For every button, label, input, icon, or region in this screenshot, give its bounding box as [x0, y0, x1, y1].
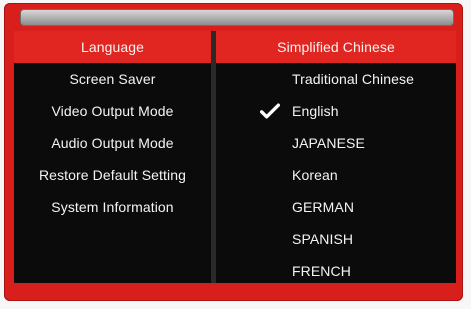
checkmark-icon — [260, 103, 280, 119]
category-language[interactable]: Language — [14, 31, 211, 63]
option-label: Korean — [292, 167, 338, 183]
option-label: FRENCH — [292, 263, 351, 279]
category-system-information[interactable]: System Information — [14, 191, 211, 223]
option-spanish[interactable]: SPANISH — [216, 223, 456, 255]
option-traditional-chinese[interactable]: Traditional Chinese — [216, 63, 456, 95]
option-label: SPANISH — [292, 231, 354, 247]
category-audio-output-mode[interactable]: Audio Output Mode — [14, 127, 211, 159]
category-screen-saver[interactable]: Screen Saver — [14, 63, 211, 95]
option-label: Simplified Chinese — [277, 39, 395, 55]
option-label: JAPANESE — [292, 135, 365, 151]
category-restore-default-setting[interactable]: Restore Default Setting — [14, 159, 211, 191]
language-options: Simplified Chinese Traditional Chinese E… — [216, 31, 456, 287]
option-german[interactable]: GERMAN — [216, 191, 456, 223]
option-korean[interactable]: Korean — [216, 159, 456, 191]
option-label: GERMAN — [292, 199, 355, 215]
option-french[interactable]: FRENCH — [216, 255, 456, 287]
option-english[interactable]: English — [216, 95, 456, 127]
category-video-output-mode[interactable]: Video Output Mode — [14, 95, 211, 127]
option-label: Traditional Chinese — [292, 71, 415, 87]
settings-categories: Language Screen Saver Video Output Mode … — [14, 31, 211, 223]
option-simplified-chinese[interactable]: Simplified Chinese — [216, 31, 456, 63]
option-japanese[interactable]: JAPANESE — [216, 127, 456, 159]
top-status-bar — [20, 9, 454, 26]
option-label: English — [292, 103, 339, 119]
